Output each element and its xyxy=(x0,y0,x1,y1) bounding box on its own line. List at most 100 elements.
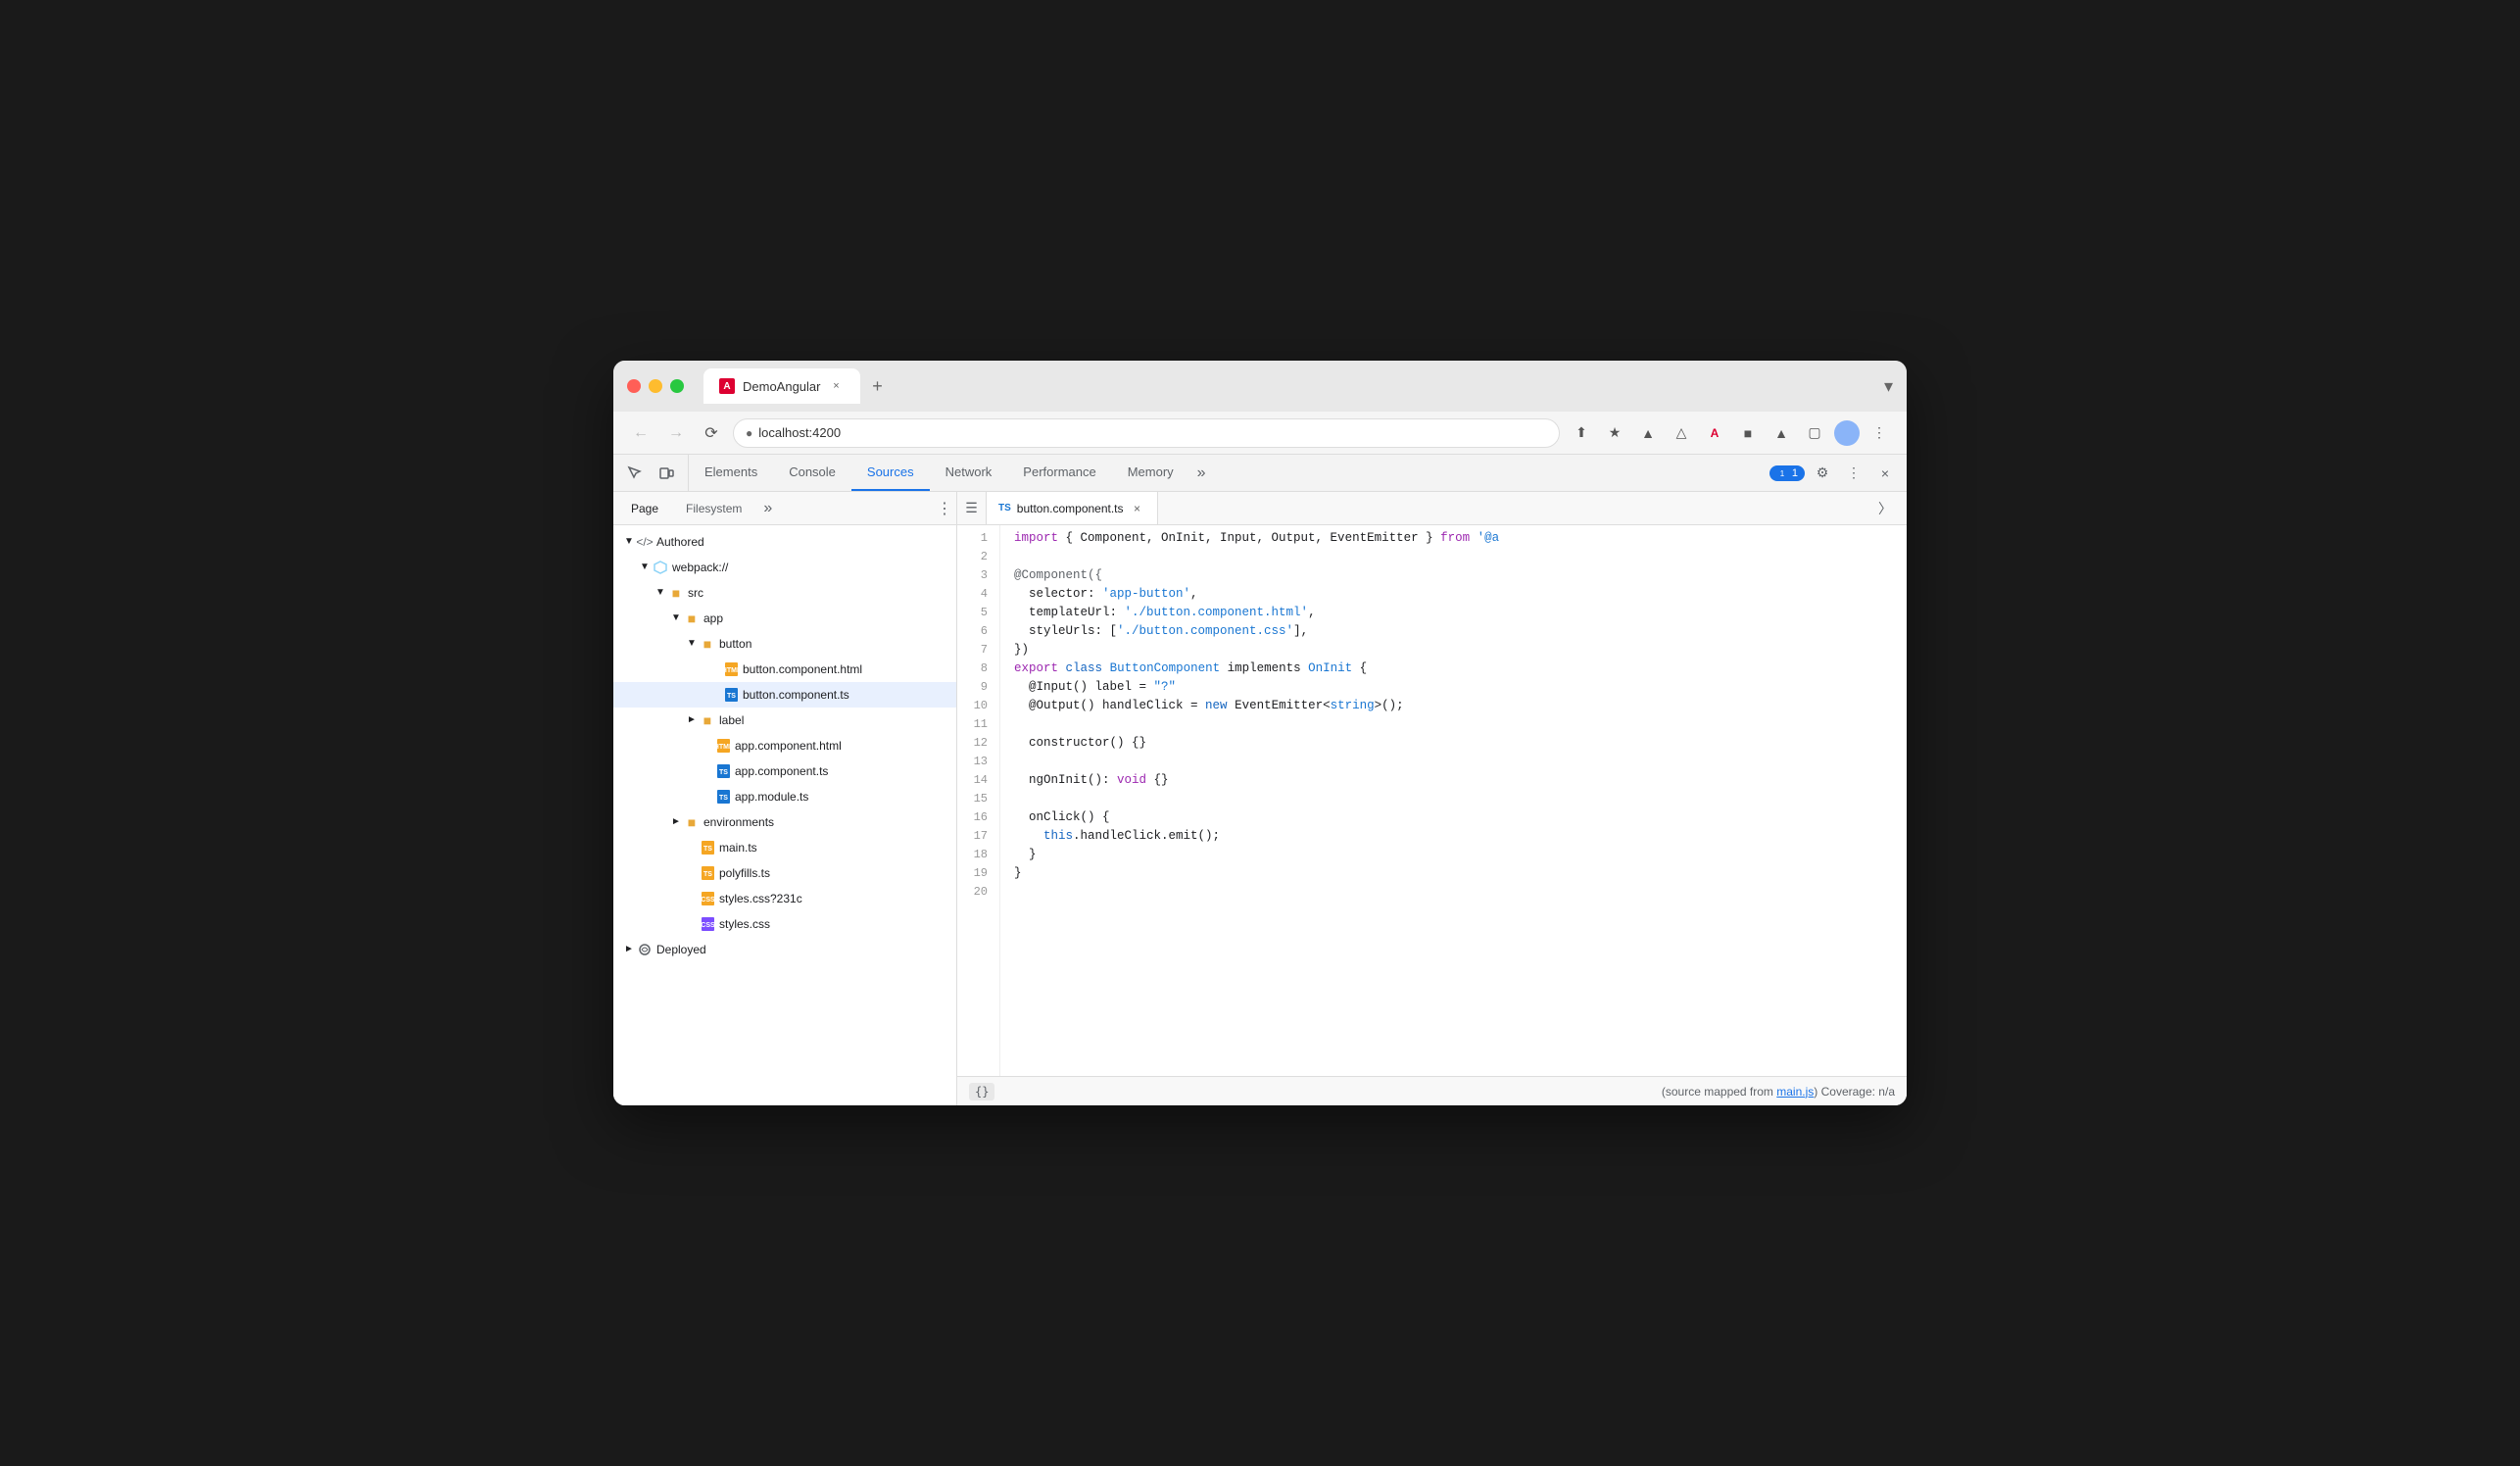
tree-item-environments[interactable]: ► ■ environments xyxy=(613,809,956,835)
code-line-7: }) xyxy=(1014,641,1907,660)
tab-close-button[interactable]: × xyxy=(829,378,845,394)
tab-elements[interactable]: Elements xyxy=(689,455,773,491)
tree-item-src[interactable]: ▼ ■ src xyxy=(613,580,956,606)
device-toggle-icon[interactable] xyxy=(653,460,680,487)
authored-arrow-icon: ▼ xyxy=(621,534,637,550)
code-line-5: templateUrl: './button.component.html', xyxy=(1014,604,1907,622)
bookmark-button[interactable]: ★ xyxy=(1601,419,1628,447)
close-button[interactable] xyxy=(627,379,641,393)
svg-text:CSS: CSS xyxy=(702,897,714,904)
devtools-header: Elements Console Sources Network Perform… xyxy=(613,455,1907,492)
avatar[interactable] xyxy=(1834,420,1860,446)
line-num-18: 18 xyxy=(965,846,988,864)
tree-item-label[interactable]: ► ■ label xyxy=(613,708,956,733)
subtab-page[interactable]: Page xyxy=(617,492,672,524)
line-num-17: 17 xyxy=(965,827,988,846)
html-file-icon: HTML xyxy=(723,661,739,677)
minimize-button[interactable] xyxy=(649,379,662,393)
polyfills-label: polyfills.ts xyxy=(719,863,770,883)
tree-item-app[interactable]: ▼ ■ app xyxy=(613,606,956,631)
code-line-8: export class ButtonComponent implements … xyxy=(1014,660,1907,678)
button-label: button xyxy=(719,634,751,654)
flask-icon[interactable]: ▲ xyxy=(1768,419,1795,447)
app-label: app xyxy=(703,609,723,628)
tab-performance[interactable]: Performance xyxy=(1007,455,1111,491)
code-line-18: } xyxy=(1014,846,1907,864)
tree-item-main-ts[interactable]: TS main.ts xyxy=(613,835,956,860)
environments-arrow-icon: ► xyxy=(668,814,684,830)
new-tab-button[interactable]: + xyxy=(864,372,892,400)
devtools-icon[interactable]: △ xyxy=(1668,419,1695,447)
more-subtabs-button[interactable]: » xyxy=(755,500,780,517)
tree-item-styles-hash[interactable]: CSS styles.css?231c xyxy=(613,886,956,911)
line-num-7: 7 xyxy=(965,641,988,660)
source-mapped-link[interactable]: main.js xyxy=(1776,1085,1814,1099)
subtab-menu-button[interactable]: ⋮ xyxy=(937,499,952,518)
more-tabs-button[interactable]: » xyxy=(1189,464,1214,482)
toggle-sidebar-button[interactable]: 〉 xyxy=(1871,495,1899,522)
url-text: localhost:4200 xyxy=(758,425,841,440)
app-html-spacer xyxy=(700,738,715,754)
address-bar[interactable]: ● localhost:4200 xyxy=(733,418,1560,448)
forward-button[interactable]: → xyxy=(662,419,690,447)
window-dropdown-icon[interactable]: ▾ xyxy=(1884,376,1893,397)
src-label: src xyxy=(688,583,703,603)
devtools-tabs: Elements Console Sources Network Perform… xyxy=(689,455,1214,491)
subtab-filesystem[interactable]: Filesystem xyxy=(672,492,755,524)
tree-item-styles-css[interactable]: CSS styles.css xyxy=(613,911,956,937)
ts-file-icon: TS xyxy=(723,687,739,703)
extensions-icon[interactable]: ▲ xyxy=(1634,419,1662,447)
tree-item-button-html[interactable]: HTML button.component.html xyxy=(613,657,956,682)
app-folder-icon: ■ xyxy=(684,611,700,626)
menu-button[interactable]: ⋮ xyxy=(1866,419,1893,447)
line-num-9: 9 xyxy=(965,678,988,697)
inspect-tool-icon[interactable] xyxy=(621,460,649,487)
editor-tab-button-ts[interactable]: TS button.component.ts × xyxy=(987,492,1158,524)
reload-button[interactable]: ⟳ xyxy=(698,419,725,447)
line-numbers: 1 2 3 4 5 6 7 8 9 10 11 12 13 14 xyxy=(957,525,1000,1076)
browser-window: A DemoAngular × + ▾ ← → ⟳ ● localhost:42… xyxy=(613,361,1907,1105)
layout-icon[interactable]: ▢ xyxy=(1801,419,1828,447)
tree-item-polyfills[interactable]: TS polyfills.ts xyxy=(613,860,956,886)
maximize-button[interactable] xyxy=(670,379,684,393)
settings-button[interactable]: ⚙ xyxy=(1809,460,1836,487)
back-button[interactable]: ← xyxy=(627,419,654,447)
webpack-arrow-icon: ▼ xyxy=(637,560,653,575)
source-mapped-text: (source mapped from xyxy=(1662,1085,1776,1099)
editor-tab-title: button.component.ts xyxy=(1017,502,1124,515)
svg-text:HTML: HTML xyxy=(717,744,730,751)
src-folder-icon: ■ xyxy=(668,585,684,601)
line-num-2: 2 xyxy=(965,548,988,566)
tab-console[interactable]: Console xyxy=(773,455,851,491)
app-html-label: app.component.html xyxy=(735,736,842,756)
tree-item-button-ts[interactable]: TS button.component.ts xyxy=(613,682,956,708)
line-num-12: 12 xyxy=(965,734,988,753)
browser-tab[interactable]: A DemoAngular × xyxy=(703,368,860,404)
more-options-button[interactable]: ⋮ xyxy=(1840,460,1867,487)
code-content[interactable]: import { Component, OnInit, Input, Outpu… xyxy=(1000,525,1907,1076)
tree-item-authored[interactable]: ▼ </> Authored xyxy=(613,529,956,555)
angular-devtools-icon[interactable]: A xyxy=(1701,419,1728,447)
file-tree-panel: Page Filesystem » ⋮ ▼ </> Authored xyxy=(613,492,956,1105)
tab-memory[interactable]: Memory xyxy=(1112,455,1189,491)
tree-item-deployed[interactable]: ► Deployed xyxy=(613,937,956,962)
toggle-navigator-button[interactable]: ☰ xyxy=(957,492,987,524)
editor-bottom-bar: {} (source mapped from main.js) Coverage… xyxy=(957,1076,1907,1105)
share-button[interactable]: ⬆ xyxy=(1568,419,1595,447)
code-line-20 xyxy=(1014,883,1907,902)
tab-network[interactable]: Network xyxy=(930,455,1008,491)
tree-item-button[interactable]: ▼ ■ button xyxy=(613,631,956,657)
tree-item-app-ts[interactable]: TS app.component.ts xyxy=(613,758,956,784)
tab-sources[interactable]: Sources xyxy=(851,455,930,491)
code-line-19: } xyxy=(1014,864,1907,883)
tree-item-webpack[interactable]: ▼ webpack:// xyxy=(613,555,956,580)
close-devtools-button[interactable]: × xyxy=(1871,460,1899,487)
tree-item-app-html[interactable]: HTML app.component.html xyxy=(613,733,956,758)
deployed-arrow-icon: ► xyxy=(621,942,637,957)
pretty-print-button[interactable]: {} xyxy=(969,1083,994,1100)
puzzle-icon[interactable]: ■ xyxy=(1734,419,1762,447)
devtools-tools xyxy=(613,455,689,491)
editor-tab-close-button[interactable]: × xyxy=(1130,501,1145,516)
svg-text:CSS: CSS xyxy=(702,922,714,929)
tree-item-app-module[interactable]: TS app.module.ts xyxy=(613,784,956,809)
